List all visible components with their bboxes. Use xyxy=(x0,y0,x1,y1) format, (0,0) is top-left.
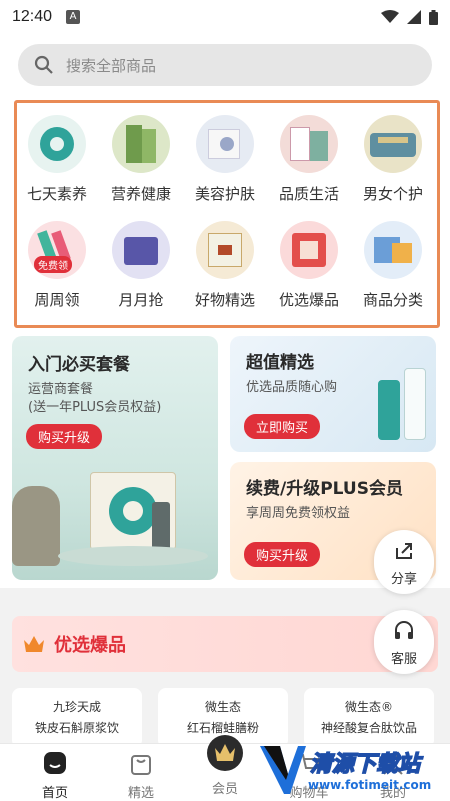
cell-signal-icon xyxy=(407,10,421,24)
category-qitian[interactable]: 七天素养 xyxy=(15,115,99,204)
category-haowu[interactable]: 好物精选 xyxy=(183,221,267,310)
category-label: 男女个护 xyxy=(362,185,423,203)
status-bar: 12:40 A xyxy=(0,0,450,34)
promo-left-title: 入门必买套餐 xyxy=(28,355,130,375)
product-card[interactable]: 九珍天成 铁皮石斛原浆饮 xyxy=(12,688,142,748)
promo-rb-buy-button[interactable]: 购买升级 xyxy=(244,542,321,567)
tab-label: 会员 xyxy=(211,782,238,797)
category-meirong[interactable]: 美容护肤 xyxy=(183,115,267,204)
promo-value-selection[interactable]: 超值精选 优选品质随心购 立即购买 xyxy=(230,336,436,452)
vase-image xyxy=(12,486,60,566)
yueyue-icon xyxy=(112,221,170,279)
share-label: 分享 xyxy=(390,572,417,587)
wifi-icon xyxy=(381,10,399,23)
bottle-image xyxy=(152,502,170,550)
promo-rt-sub: 优选品质随心购 xyxy=(246,380,338,395)
product-bottles-image-2 xyxy=(404,368,426,440)
product-brand: 九珍天成 xyxy=(52,700,101,714)
pinzhi-icon xyxy=(280,115,338,173)
battery-icon xyxy=(429,9,438,25)
category-youxuan[interactable]: 优选爆品 xyxy=(267,221,351,310)
haowu-icon xyxy=(196,221,254,279)
watermark-text: 清源下载站 xyxy=(309,751,421,778)
status-time: 12:40 xyxy=(12,8,53,25)
tab-label: 首页 xyxy=(41,786,68,801)
watermark-url: www.fotimeit.com xyxy=(308,778,432,792)
tab-member[interactable]: 会员 xyxy=(180,735,270,797)
promo-rb-sub: 享周周免费领权益 xyxy=(246,506,351,521)
promo-left-line2: (送一年PLUS会员权益) xyxy=(28,400,162,415)
promo-rt-title: 超值精选 xyxy=(246,353,314,373)
search-placeholder: 搜索全部商品 xyxy=(66,56,157,75)
category-grid: 七天素养 营养健康 美容护肤 品质生活 男女个护 免费领 周周领 月月抢 好物精… xyxy=(14,100,440,328)
tab-label: 精选 xyxy=(127,786,154,801)
notification-a-icon: A xyxy=(66,10,81,24)
category-label: 好物精选 xyxy=(194,291,255,309)
promo-starter-package[interactable]: 入门必买套餐 运营商套餐 (送一年PLUS会员权益) 购买升级 xyxy=(12,336,218,580)
youxuan-icon xyxy=(280,221,338,279)
search-icon xyxy=(34,55,53,74)
crown-icon xyxy=(24,636,44,652)
category-pinzhi[interactable]: 品质生活 xyxy=(267,115,351,204)
promo-rt-buy-button[interactable]: 立即购买 xyxy=(244,414,321,439)
product-brand: 微生态® xyxy=(344,700,393,714)
free-tag: 免费领 xyxy=(34,256,72,273)
category-label: 美容护肤 xyxy=(194,185,255,203)
fenlei-icon xyxy=(364,221,422,279)
plinth-image xyxy=(58,546,208,566)
category-label: 七天素养 xyxy=(26,185,87,203)
category-label: 周周领 xyxy=(34,291,80,309)
category-fenlei[interactable]: 商品分类 xyxy=(351,221,435,310)
promo-rb-title: 续费/升级PLUS会员 xyxy=(246,479,403,499)
home-icon xyxy=(44,752,66,774)
search-bar[interactable]: 搜索全部商品 xyxy=(18,44,432,86)
category-label: 优选爆品 xyxy=(278,291,339,309)
service-label: 客服 xyxy=(390,652,417,667)
zhouzhou-icon: 免费领 xyxy=(28,221,86,279)
category-nannv[interactable]: 男女个护 xyxy=(351,115,435,204)
tab-home[interactable]: 首页 xyxy=(10,744,100,801)
site-watermark: 清源下载站 www.fotimeit.com xyxy=(258,742,450,800)
promo-left-buy-button[interactable]: 购买升级 xyxy=(26,424,103,449)
watermark-logo-icon xyxy=(260,746,306,794)
category-label: 营养健康 xyxy=(110,185,171,203)
qitian-icon xyxy=(28,115,86,173)
share-icon xyxy=(396,543,412,559)
product-name: 铁皮石斛原浆饮 xyxy=(34,721,119,735)
category-yingyang[interactable]: 营养健康 xyxy=(99,115,183,204)
customer-service-button[interactable]: 客服 xyxy=(374,610,434,674)
category-label: 品质生活 xyxy=(278,185,339,203)
hot-section-title: 优选爆品 xyxy=(54,635,126,656)
category-zhouzhou[interactable]: 免费领 周周领 xyxy=(15,221,99,310)
product-bottles-image xyxy=(378,380,400,440)
shopping-bag-icon xyxy=(131,755,151,775)
product-name: 神经酸复合肽饮品 xyxy=(320,721,417,735)
product-card[interactable]: 微生态® 神经酸复合肽饮品 xyxy=(304,688,434,748)
crown-member-icon xyxy=(207,735,243,771)
meirong-icon xyxy=(196,115,254,173)
category-label: 月月抢 xyxy=(118,291,164,309)
product-brand: 微生态 xyxy=(204,700,241,714)
category-label: 商品分类 xyxy=(362,291,423,309)
promo-left-line1: 运营商套餐 xyxy=(28,382,94,397)
headset-icon xyxy=(395,621,413,639)
category-yueyue[interactable]: 月月抢 xyxy=(99,221,183,310)
nannv-icon xyxy=(364,115,422,173)
tab-featured[interactable]: 精选 xyxy=(96,744,186,801)
yingyang-icon xyxy=(112,115,170,173)
share-button[interactable]: 分享 xyxy=(374,530,434,594)
home-top-section: 搜索全部商品 七天素养 营养健康 美容护肤 品质生活 男女个护 免费领 周周领 … xyxy=(0,34,450,588)
